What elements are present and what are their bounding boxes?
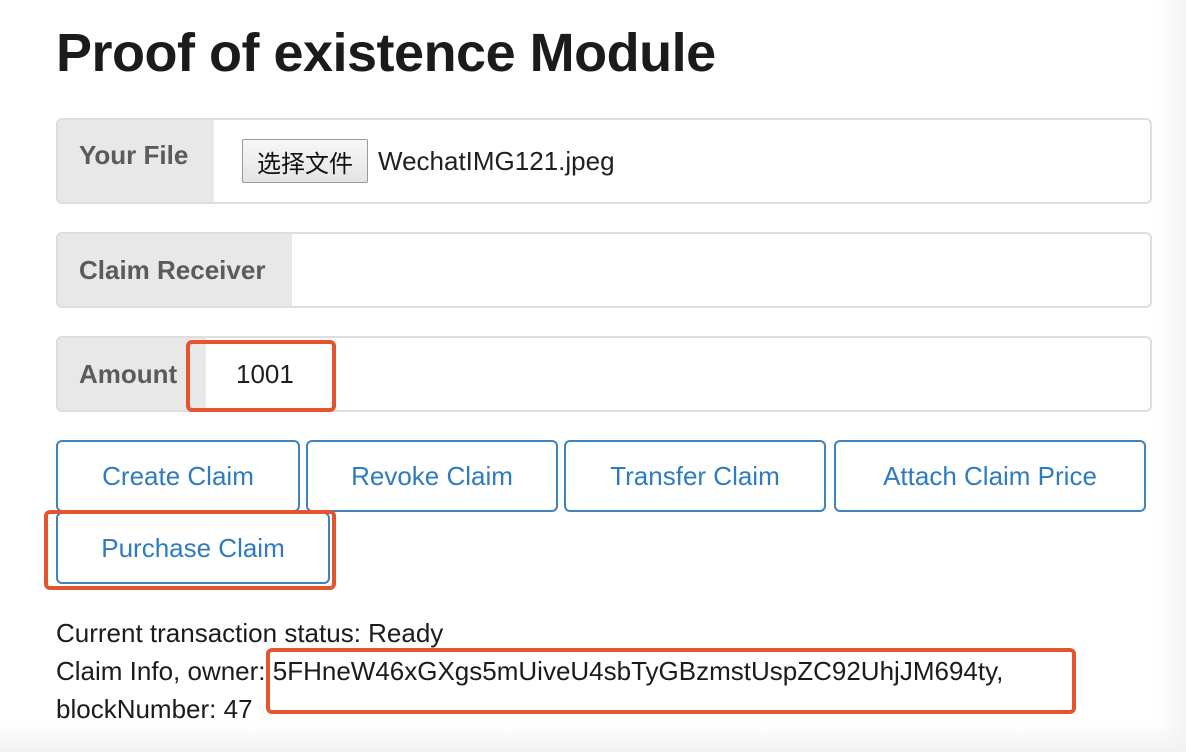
file-input[interactable]: 选择文件 WechatIMG121.jpeg	[214, 120, 1150, 202]
block-number-line: blockNumber: 47	[56, 694, 253, 724]
file-field: Your File 选择文件 WechatIMG121.jpeg	[56, 118, 1152, 204]
purchase-claim-button[interactable]: Purchase Claim	[56, 512, 330, 584]
page-title: Proof of existence Module	[56, 23, 716, 83]
claim-receiver-field: Claim Receiver	[56, 232, 1152, 308]
transfer-claim-button[interactable]: Transfer Claim	[564, 440, 826, 512]
amount-input[interactable]	[206, 338, 1150, 410]
page-bottom-fade	[0, 724, 1186, 752]
status-line: Current transaction status: Ready	[56, 618, 444, 648]
amount-label: Amount	[58, 338, 206, 410]
selected-file-name: WechatIMG121.jpeg	[378, 145, 615, 176]
choose-file-button[interactable]: 选择文件	[242, 139, 368, 183]
claim-receiver-label: Claim Receiver	[58, 234, 292, 306]
page-edge	[1156, 0, 1186, 752]
claim-owner-line: Claim Info, owner: 5FHneW46xGXgs5mUiveU4…	[56, 656, 1004, 686]
create-claim-button[interactable]: Create Claim	[56, 440, 300, 512]
amount-field: Amount	[56, 336, 1152, 412]
file-field-label: Your File	[58, 120, 214, 202]
attach-claim-price-button[interactable]: Attach Claim Price	[834, 440, 1146, 512]
transaction-status: Current transaction status: Ready Claim …	[56, 614, 1136, 728]
claim-receiver-input[interactable]	[292, 234, 1150, 306]
revoke-claim-button[interactable]: Revoke Claim	[306, 440, 558, 512]
